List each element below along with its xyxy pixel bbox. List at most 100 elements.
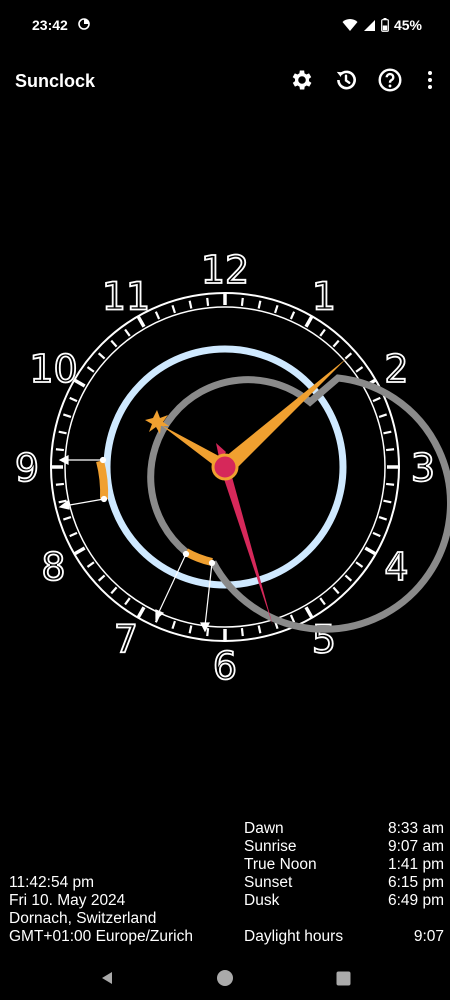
minute-tick <box>289 614 296 623</box>
minute-tick <box>344 352 353 360</box>
minute-tick <box>86 366 95 373</box>
status-time: 23:42 <box>32 17 68 33</box>
help-button[interactable] <box>376 66 404 94</box>
current-time: 11:42:54 pm <box>9 874 95 891</box>
battery-percent: 45% <box>393 17 422 33</box>
hour-numeral: 2 <box>384 347 408 391</box>
minute-tick <box>136 606 146 619</box>
hour-numeral: 4 <box>384 545 408 589</box>
minute-tick <box>355 366 364 373</box>
minute-tick <box>69 396 78 403</box>
minute-tick <box>188 300 193 309</box>
hour-numeral: 5 <box>312 617 336 661</box>
minute-tick <box>378 516 388 521</box>
sun-time-label: True Noon <box>244 856 317 873</box>
navigation-bar <box>0 956 450 1000</box>
minute-tick <box>69 531 78 538</box>
hour-numeral: 9 <box>15 446 39 490</box>
minute-tick <box>344 574 353 582</box>
sun-time-label: Sunrise <box>244 838 297 855</box>
minute-tick <box>372 396 381 403</box>
current-date: Fri 10. May 2024 <box>9 892 126 909</box>
sun-time-row: Dawn 8:33 am <box>244 820 444 838</box>
nav-back-button[interactable] <box>95 966 119 990</box>
sun-time-row: Sunrise 9:07 am <box>244 838 444 856</box>
minute-tick <box>206 297 210 307</box>
night-arc <box>147 374 450 633</box>
hour-numeral: 1 <box>312 275 336 319</box>
minute-tick <box>364 546 377 556</box>
minute-tick <box>97 574 106 582</box>
minute-tick <box>332 586 340 595</box>
minute-tick <box>73 546 86 556</box>
sun-time-value: 1:41 pm <box>387 856 444 873</box>
minute-tick <box>124 597 131 606</box>
minute-tick <box>319 597 326 606</box>
sun-time-label: Dusk <box>244 892 280 909</box>
hour-numeral: 8 <box>41 545 65 589</box>
minute-tick <box>385 448 395 452</box>
status-bar: 23:42 45% <box>0 0 450 52</box>
location-name: Dornach, Switzerland <box>9 910 157 927</box>
sun-time-label: Dawn <box>244 820 284 837</box>
minute-tick <box>257 625 262 634</box>
minute-tick <box>304 606 314 619</box>
history-icon <box>336 70 356 90</box>
minute-tick <box>171 620 176 630</box>
minute-tick <box>171 304 176 314</box>
minute-tick <box>62 413 72 418</box>
signal-icon <box>363 19 375 31</box>
status-icons: 45% <box>342 17 422 33</box>
sun-time-value: 9:07 am <box>387 838 444 855</box>
minute-tick <box>55 482 65 486</box>
help-icon <box>378 68 402 92</box>
battery-icon <box>381 18 389 32</box>
history-button[interactable] <box>332 66 360 94</box>
minute-tick <box>58 430 67 435</box>
daylight-label: Daylight hours <box>244 928 344 945</box>
minute-tick <box>206 627 210 637</box>
settings-gear-icon <box>292 70 312 90</box>
hour-numeral: 10 <box>29 347 77 391</box>
sun-time-label: Sunset <box>244 874 293 891</box>
hour-numeral: 12 <box>201 248 249 292</box>
nav-home-button[interactable] <box>213 966 237 990</box>
minute-tick <box>383 499 392 504</box>
minute-tick <box>55 448 65 452</box>
sun-time-row: True Noon 1:41 pm <box>244 856 444 874</box>
minute-tick <box>257 300 262 309</box>
app-bar: Sunclock <box>0 52 450 108</box>
more-options-button[interactable] <box>416 66 444 94</box>
alarm-icon <box>78 18 90 30</box>
dawn-twilight-arc <box>96 459 109 500</box>
sun-time-value: 6:49 pm <box>387 892 444 909</box>
sun-times-table: Dawn 8:33 am Sunrise 9:07 am True Noon 1:41… <box>244 820 444 946</box>
minute-tick <box>110 339 118 348</box>
app-title: Sunclock <box>15 71 96 91</box>
minute-tick <box>378 413 388 418</box>
minute-tick <box>62 516 72 521</box>
minute-tick <box>240 297 244 307</box>
more-options-icon <box>428 71 432 89</box>
nav-recents-button[interactable] <box>331 966 355 990</box>
minute-tick <box>355 561 364 568</box>
minute-tick <box>124 328 131 337</box>
minute-tick <box>385 482 395 486</box>
sun-time-value: 6:15 pm <box>387 874 444 891</box>
hour-numeral: 6 <box>213 644 237 688</box>
minute-tick <box>319 328 326 337</box>
daylight-value: 9:07 <box>413 928 444 945</box>
minute-tick <box>289 311 296 320</box>
hour-numeral: 7 <box>114 617 138 661</box>
minute-tick <box>97 352 106 360</box>
minute-tick <box>332 339 340 348</box>
settings-button[interactable] <box>288 66 316 94</box>
minute-tick <box>383 430 392 435</box>
location-info: 11:42:54 pm Fri 10. May 2024 Dornach, Sw… <box>9 874 193 946</box>
sun-time-row: Sunset 6:15 pm <box>244 874 444 892</box>
dusk-twilight-arc <box>184 548 213 566</box>
hour-numeral: 11 <box>102 275 150 319</box>
hour-numeral: 3 <box>411 446 435 490</box>
recents-icon <box>336 971 350 985</box>
center-hub <box>211 453 239 481</box>
